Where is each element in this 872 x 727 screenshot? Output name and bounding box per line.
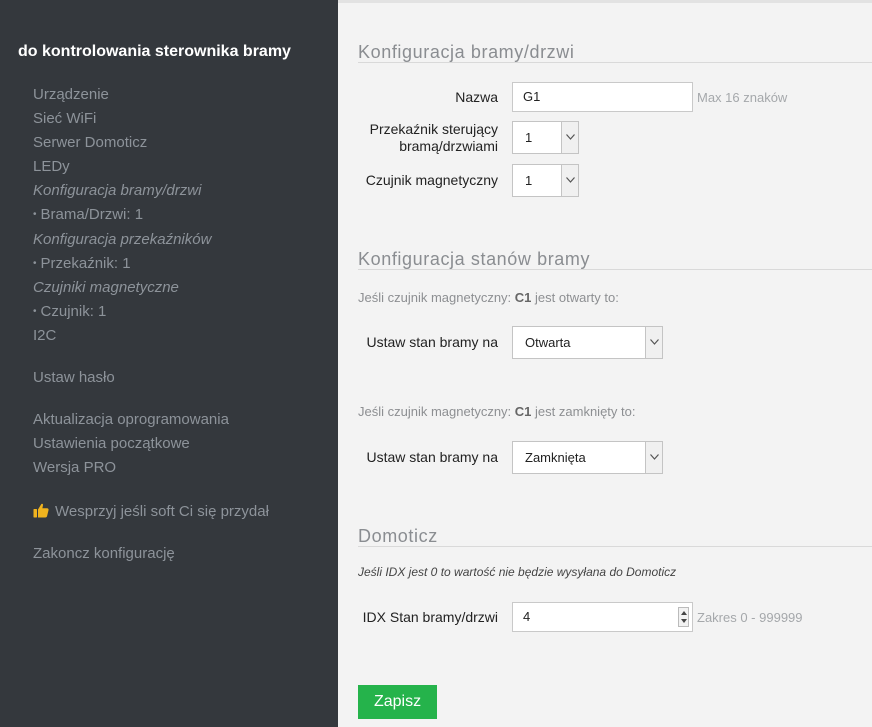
idx-number-input[interactable]: 4 [512,602,693,632]
sidebar-section-relays: Konfiguracja przekaźników [33,231,212,248]
sidebar-item-label: Przekaźnik: 1 [40,255,131,272]
chevron-down-icon [645,327,662,358]
section-heading-states-config: Konfiguracja stanów bramy [358,249,591,269]
name-hint: Max 16 znaków [697,90,788,105]
sidebar-item-label: Czujnik: 1 [40,303,107,320]
sidebar-item-label: Brama/Drzwi: 1 [40,206,144,223]
sensor-select-value: 1 [525,173,533,188]
sidebar-item-firmware-update[interactable]: Aktualizacja oprogramowania [33,411,229,429]
sidebar-item-set-password[interactable]: Ustaw hasło [33,369,115,387]
bullet-icon: • [33,258,37,269]
sidebar: do kontrolowania sterownika bramy Urządz… [0,0,338,727]
relay-select[interactable]: 1 [512,121,579,154]
sidebar-section-magnetic-sensors: Czujniki magnetyczne [33,279,179,296]
relay-select-value: 1 [525,130,533,145]
sidebar-item-i2c[interactable]: I2C [33,327,56,345]
sidebar-item-leds[interactable]: LEDy [33,158,70,176]
sidebar-item-wifi[interactable]: Sieć WiFi [33,110,96,128]
main-panel: Konfiguracja bramy/drzwi Nazwa G1 Max 16… [338,0,872,727]
idx-hint: Zakres 0 - 999999 [697,610,803,625]
sidebar-item-pro-version[interactable]: Wersja PRO [33,459,116,477]
sensor-label: Czujnik magnetyczny [365,172,498,188]
relay-label: Przekaźnik sterujący bramą/drzwiami [298,121,498,155]
bullet-icon: • [33,209,37,220]
closed-state-select-value: Zamknięta [525,450,586,465]
save-button[interactable]: Zapisz [358,685,437,719]
sidebar-item-relay-1[interactable]: • Przekaźnik: 1 [33,255,131,275]
spin-down-icon[interactable] [681,619,687,623]
open-state-select-value: Otwarta [525,335,571,350]
closed-state-label: Ustaw stan bramy na [366,449,499,465]
open-state-select[interactable]: Otwarta [512,326,663,359]
divider [358,62,872,63]
sidebar-item-sensor-1[interactable]: • Czujnik: 1 [33,303,106,323]
spin-up-icon[interactable] [681,611,687,615]
chevron-down-icon [645,442,662,473]
sidebar-item-support[interactable]: Wesprzyj jeśli soft Ci się przydał [33,503,269,521]
domoticz-note: Jeśli IDX jest 0 to wartość nie będzie w… [358,565,677,579]
sidebar-item-finish-config[interactable]: Zakoncz konfigurację [33,545,175,563]
bullet-icon: • [33,306,37,317]
closed-condition-text: Jeśli czujnik magnetyczny: C1 jest zamkn… [358,404,636,419]
sensor-select[interactable]: 1 [512,164,579,197]
sidebar-item-label: Wesprzyj jeśli soft Ci się przydał [55,503,269,520]
sidebar-item-device[interactable]: Urządzenie [33,86,109,104]
thumbs-up-icon [33,503,49,518]
chevron-down-icon [561,165,578,196]
divider [358,546,872,547]
section-heading-domoticz: Domoticz [358,526,438,546]
open-condition-text: Jeśli czujnik magnetyczny: C1 jest otwar… [358,290,619,305]
closed-state-select[interactable]: Zamknięta [512,441,663,474]
relay-label-line2: bramą/drzwiami [399,138,498,154]
sidebar-item-gate-1[interactable]: • Brama/Drzwi: 1 [33,206,143,226]
open-state-label: Ustaw stan bramy na [366,334,499,350]
top-strip [338,0,872,3]
chevron-down-icon [561,122,578,153]
section-heading-gate-config: Konfiguracja bramy/drzwi [358,42,575,62]
sidebar-item-initial-settings[interactable]: Ustawienia początkowe [33,435,190,453]
relay-label-line1: Przekaźnik sterujący [369,121,498,137]
sidebar-section-gate-config: Konfiguracja bramy/drzwi [33,182,202,199]
idx-label: IDX Stan bramy/drzwi [362,609,498,625]
number-spinner[interactable] [678,607,689,627]
idx-value: 4 [523,609,531,624]
name-input[interactable]: G1 [512,82,693,112]
sidebar-item-domoticz-server[interactable]: Serwer Domoticz [33,134,147,152]
divider [358,269,872,270]
sidebar-title: do kontrolowania sterownika bramy [18,43,291,60]
name-label: Nazwa [455,89,498,105]
